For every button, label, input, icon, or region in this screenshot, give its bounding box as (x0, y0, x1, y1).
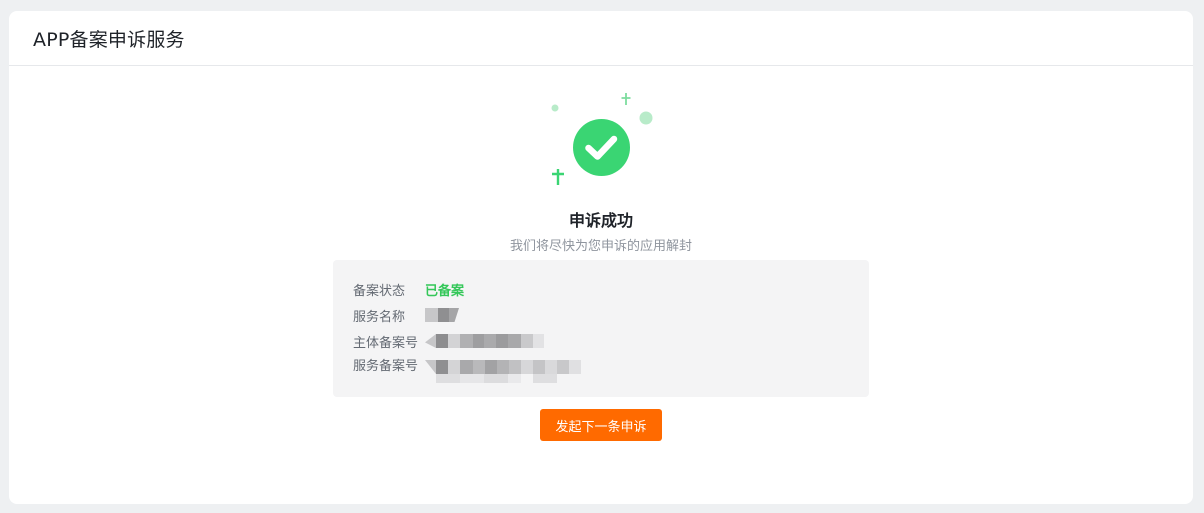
result-title: 申诉成功 (568, 211, 633, 230)
service-name-label: 服务名称 (353, 309, 406, 325)
status-badge: 已备案 (425, 283, 465, 299)
result-content: 申诉成功 我们将尽快为您申诉的应用解封 备案状态 已备案 服务名称 主体备案号 (9, 66, 1193, 504)
status-row: 备案状态 已备案 (353, 279, 464, 299)
page-title: APP备案申诉服务 (33, 28, 185, 51)
subject-filing-value-redacted (425, 331, 544, 351)
service-filing-label: 服务备案号 (353, 359, 419, 374)
card-header: APP备案申诉服务 (9, 11, 1193, 66)
subject-filing-label: 主体备案号 (353, 335, 419, 351)
service-filing-value-redacted (425, 357, 581, 383)
service-filing-row: 服务备案号 (353, 357, 581, 383)
service-name-row: 服务名称 (353, 305, 459, 325)
result-subtitle: 我们将尽快为您申诉的应用解封 (509, 239, 692, 254)
status-label: 备案状态 (353, 283, 406, 299)
appeal-card: APP备案申诉服务 申诉成功 我们将尽快为您申诉的应用解封 备案状态 已备案 服… (9, 11, 1193, 504)
success-check-icon (551, 93, 653, 185)
subject-filing-row: 主体备案号 (353, 331, 544, 351)
service-name-value-redacted (425, 305, 459, 325)
filing-info-panel: 备案状态 已备案 服务名称 主体备案号 服务备案号 (333, 260, 869, 397)
submit-another-appeal-button[interactable]: 发起下一条申诉 (540, 409, 662, 441)
